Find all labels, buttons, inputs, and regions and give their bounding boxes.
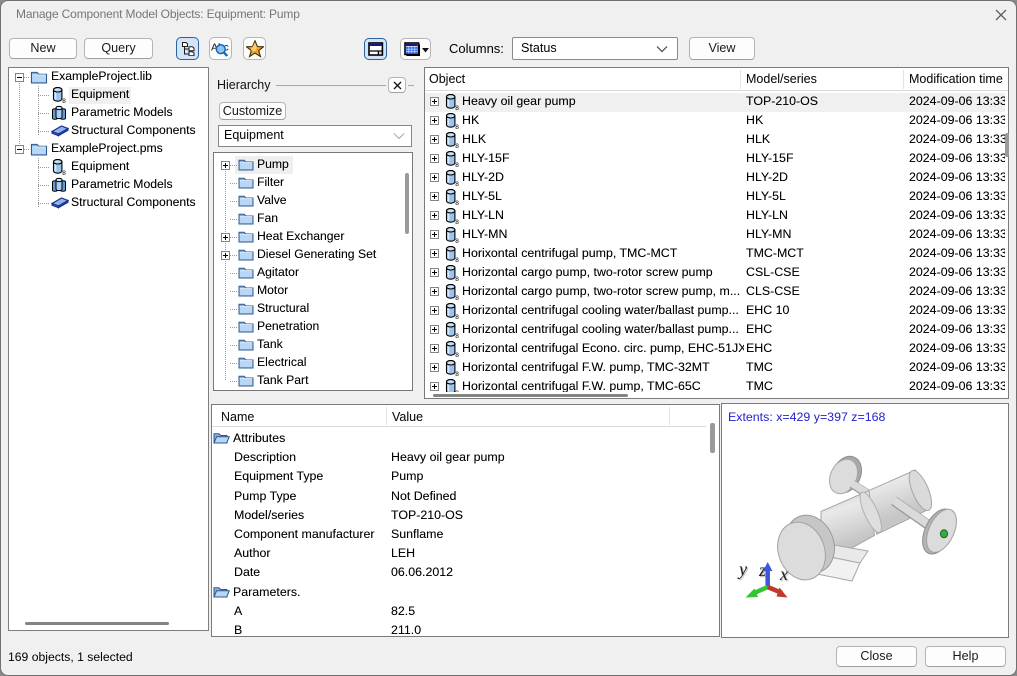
svg-text:8: 8 <box>455 238 459 243</box>
svg-text:8: 8 <box>455 181 459 186</box>
svg-text:8: 8 <box>455 314 459 319</box>
svg-text:8: 8 <box>455 352 459 357</box>
svg-text:8: 8 <box>455 371 459 376</box>
svg-text:8: 8 <box>455 200 459 205</box>
svg-text:8: 8 <box>62 170 66 175</box>
svg-text:8: 8 <box>455 143 459 148</box>
svg-text:8: 8 <box>62 98 66 103</box>
svg-text:8: 8 <box>455 276 459 281</box>
svg-text:8: 8 <box>455 124 459 129</box>
svg-text:8: 8 <box>455 162 459 167</box>
svg-text:8: 8 <box>455 257 459 262</box>
svg-text:8: 8 <box>455 219 459 224</box>
svg-text:8: 8 <box>455 105 459 110</box>
svg-text:8: 8 <box>455 295 459 300</box>
svg-text:8: 8 <box>455 390 459 392</box>
svg-text:y: y <box>737 559 747 579</box>
svg-text:8: 8 <box>455 333 459 338</box>
